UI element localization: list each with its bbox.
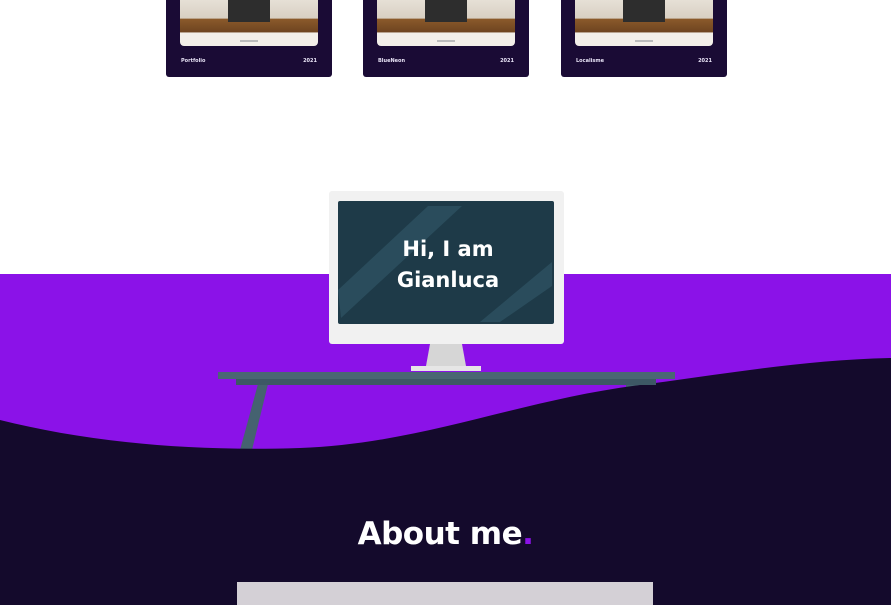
hero-greeting-line1: Hi, I am <box>402 237 494 261</box>
about-heading-dot: . <box>522 516 534 552</box>
hero-illustration <box>0 191 891 605</box>
desk-apron <box>236 379 656 385</box>
desk-top <box>218 372 675 379</box>
hero-greeting: Hi, I am Gianluca <box>340 234 556 296</box>
about-heading: About me. <box>0 516 891 552</box>
about-heading-text: About me <box>357 516 523 552</box>
monitor-stand <box>426 344 466 366</box>
about-content-panel <box>237 582 653 605</box>
monitor-foot <box>411 366 481 371</box>
hero-greeting-line2: Gianluca <box>396 268 500 292</box>
